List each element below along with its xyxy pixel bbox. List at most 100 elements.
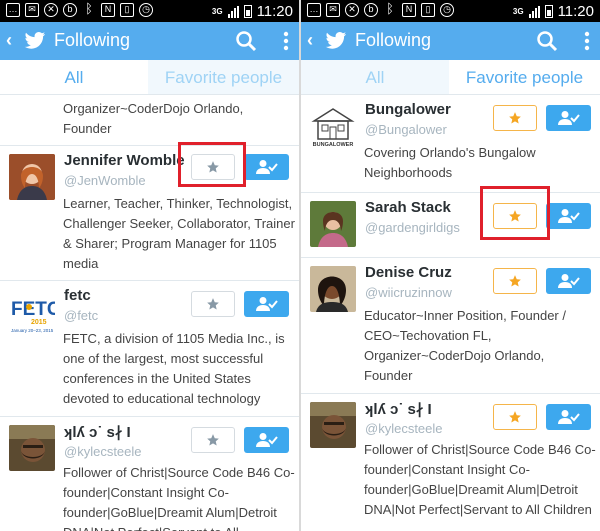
tab-bar: All Favorite people [301,60,600,95]
list-item[interactable]: Jennifer Womble @JenWomble Learner, Teac… [0,142,299,281]
user-bio: Follower of Christ|Source Code B46 Co-fo… [63,465,295,531]
bluetooth-icon: ᛒ [85,1,93,16]
back-arrow-icon[interactable]: ‹ [6,30,12,51]
user-bio: Educator~Inner Position, Founder / CEO~T… [364,308,566,383]
person-check-icon [255,160,278,174]
following-button[interactable] [546,203,591,229]
message-icon: … [307,3,321,17]
avatar[interactable] [9,425,55,471]
list-item[interactable]: BUNGALOWER Bungalower @Bungalower Coveri… [301,95,600,193]
favorite-button[interactable] [191,291,235,317]
following-button[interactable] [546,105,591,131]
following-button[interactable] [244,291,289,317]
following-button[interactable] [244,427,289,453]
avatar[interactable] [310,201,356,247]
list-item[interactable]: Denise Cruz @wiicruzinnow Educator~Inner… [301,258,600,394]
avatar[interactable]: FETC 2015 January 20–23, 2015 [9,289,55,335]
user-bio: Learner, Teacher, Thinker, Technologist,… [63,196,295,271]
user-bio: Covering Orlando's Bungalow Neighborhood… [364,145,536,180]
search-icon[interactable] [235,30,257,52]
star-icon [509,112,521,124]
user-handle[interactable]: @kylecsteele [365,421,443,436]
star-icon [509,411,521,423]
network-type: 3G [512,7,524,16]
avatar[interactable]: BUNGALOWER [310,103,356,149]
user-name[interactable]: Jennifer Womble [64,152,185,169]
list-item[interactable]: ʞlʎ ɔ˙ s∤ I @kylecsteele Follower of Chr… [301,394,600,531]
app-bar: ‹ Following [301,22,600,60]
signal-icon [528,5,540,18]
fetc-logo: FETC2015 January 20–23, 2015 [9,289,55,335]
avatar[interactable] [310,266,356,312]
page-title: Following [54,30,131,50]
logo-caption: BUNGALOWER [313,142,354,148]
favorite-button[interactable] [493,105,537,131]
star-icon [207,434,219,446]
following-button[interactable] [244,154,289,180]
user-name[interactable]: ʞlʎ ɔ˙ s∤ I [365,400,432,418]
tab-favorite-people[interactable]: Favorite people [449,60,600,94]
avatar[interactable] [310,402,356,448]
network-type: 3G [211,7,223,16]
clock: 11:20 [256,3,293,20]
list-item[interactable]: Organizer~CoderDojo Orlando, Founder [0,95,299,146]
tab-favorite-people[interactable]: Favorite people [148,60,299,94]
svg-text:January 20–23, 2015: January 20–23, 2015 [11,328,54,333]
person-check-icon [557,111,580,125]
person-check-icon [255,297,278,311]
overflow-menu-icon[interactable] [584,30,590,52]
favorite-button[interactable] [191,427,235,453]
list-item[interactable]: Sarah Stack @gardengirldigs [301,186,600,258]
person-check-icon [557,209,580,223]
user-handle[interactable]: @wiicruzinnow [365,285,452,300]
user-bio: FETC, a division of 1105 Media Inc., is … [63,331,285,406]
signal-icon [227,5,239,18]
left-screen: … ✉ ✕ b ᛒ N ▯ ◷ 3G 11:20 ‹ Following All… [0,0,299,531]
user-handle[interactable]: @JenWomble [64,173,146,188]
notification-icons: … ✉ ✕ b ᛒ N ▯ ◷ [6,1,153,17]
status-bar: … ✉ ✕ b ᛒ N ▯ ◷ 3G 11:20 [301,0,600,22]
beats-icon: b [63,3,77,17]
search-icon[interactable] [536,30,558,52]
twitter-bird-icon [325,32,347,49]
bungalower-logo: BUNGALOWER [310,103,356,149]
user-handle[interactable]: @kylecsteele [64,444,142,459]
person-check-icon [557,410,580,424]
status-bar: … ✉ ✕ b ᛒ N ▯ ◷ 3G 11:20 [0,0,299,22]
page-title: Following [355,30,432,50]
user-name[interactable]: Denise Cruz [365,264,452,281]
svg-text:FETC: FETC [11,299,55,320]
user-name[interactable]: ʞlʎ ɔ˙ s∤ I [64,423,131,441]
battery-icon [243,5,252,18]
list-item[interactable]: FETC 2015 January 20–23, 2015 fetc @fetc F… [0,281,299,417]
user-name[interactable]: fetc [64,287,91,304]
star-icon [509,275,521,287]
status-right: 3G 11:20 [513,3,594,20]
favorite-button[interactable] [493,268,537,294]
user-handle[interactable]: @gardengirldigs [365,220,460,235]
favorite-button[interactable] [493,404,537,430]
app-bar: ‹ Following [0,22,299,60]
avatar[interactable] [9,154,55,200]
star-icon [207,298,219,310]
user-name[interactable]: Bungalower [365,101,451,118]
right-screen: … ✉ ✕ b ᛒ N ▯ ◷ 3G 11:20 ‹ Following All… [301,0,600,531]
email-icon: ✉ [326,3,340,17]
highlight-box [480,186,550,240]
person-check-icon [255,433,278,447]
message-icon: … [6,3,20,17]
user-bio: Follower of Christ|Source Code B46 Co-fo… [364,442,596,517]
beats-icon: b [364,3,378,17]
tab-all[interactable]: All [0,60,148,94]
overflow-menu-icon[interactable] [283,30,289,52]
mute-icon: ✕ [345,3,359,17]
back-arrow-icon[interactable]: ‹ [307,30,313,51]
user-name[interactable]: Sarah Stack [365,199,451,216]
following-button[interactable] [546,404,591,430]
user-handle[interactable]: @fetc [64,308,98,323]
following-button[interactable] [546,268,591,294]
tab-all[interactable]: All [301,60,449,94]
user-handle[interactable]: @Bungalower [365,122,447,137]
list-item[interactable]: ʞlʎ ɔ˙ s∤ I @kylecsteele Follower of Chr… [0,417,299,531]
status-right: 3G 11:20 [212,3,293,20]
